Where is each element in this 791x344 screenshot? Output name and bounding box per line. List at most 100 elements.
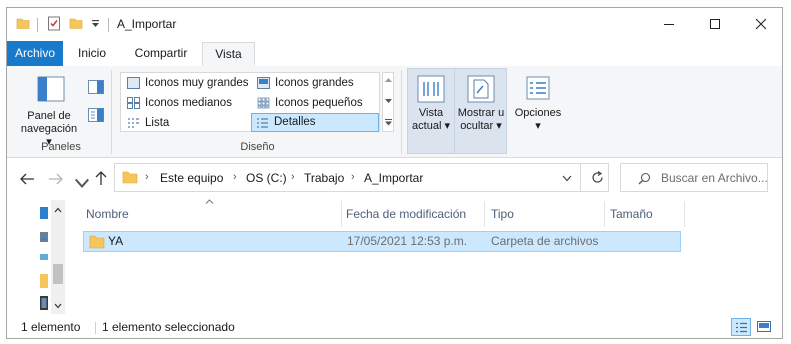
navigation-bar: › Este equipo › OS (C:) › Trabajo › A_Im…: [7, 158, 782, 198]
video-icon[interactable]: [40, 296, 48, 310]
group-separator: [111, 70, 112, 154]
navigation-pane: [37, 200, 65, 314]
breadcrumb-chevron-icon[interactable]: ›: [351, 171, 355, 183]
item-count: 1 elemento: [21, 320, 81, 334]
layout-details[interactable]: Detalles: [251, 113, 379, 132]
preview-pane-icon[interactable]: [88, 80, 104, 94]
navigation-pane-button[interactable]: Panel de navegación ▾: [21, 72, 77, 148]
tab-inicio[interactable]: Inicio: [67, 42, 117, 66]
drive-icon[interactable]: [40, 232, 48, 242]
maximize-button[interactable]: [692, 8, 738, 40]
column-header-type[interactable]: Tipo: [491, 207, 514, 221]
tab-vista[interactable]: Vista: [202, 42, 255, 66]
large-icons-icon: [257, 77, 270, 89]
layout-group-label: Diseño: [240, 141, 275, 153]
scroll-down-icon[interactable]: [385, 99, 392, 104]
column-header-name[interactable]: Nombre: [86, 207, 129, 221]
navigation-pane-icon: [37, 76, 65, 102]
layout-gallery-scroll[interactable]: [382, 72, 394, 132]
file-row[interactable]: YA 17/05/2021 12:53 p.m. Carpeta de arch…: [83, 231, 681, 252]
navigation-pane-scrollbar[interactable]: [51, 200, 65, 314]
layout-list[interactable]: Lista: [123, 114, 169, 133]
column-divider[interactable]: [484, 201, 485, 227]
show-hide-icon: [467, 75, 495, 103]
current-view-label-1: Vista: [418, 107, 444, 119]
properties-icon[interactable]: [47, 16, 61, 31]
breadcrumb-chevron-icon[interactable]: ›: [233, 171, 237, 183]
layout-item-label: Iconos pequeños: [275, 97, 363, 109]
address-history-icon[interactable]: [562, 175, 572, 182]
layout-medium-icons[interactable]: Iconos medianos: [123, 94, 232, 113]
breadcrumb-item[interactable]: OS (C:): [246, 171, 287, 185]
separator: [95, 322, 96, 334]
tab-compartir[interactable]: Compartir: [123, 42, 199, 66]
forward-arrow-icon[interactable]: [48, 171, 64, 187]
folder-icon: [89, 235, 105, 249]
recent-locations-icon[interactable]: [74, 175, 90, 191]
folder-icon: [16, 18, 30, 29]
file-modified: 17/05/2021 12:53 p.m.: [347, 234, 468, 248]
group-separator: [401, 70, 402, 154]
scroll-up-icon[interactable]: [54, 207, 62, 213]
current-view-label-2: actual ▾: [412, 120, 450, 132]
layout-small-icons[interactable]: Iconos pequeños: [253, 94, 363, 113]
layout-large-icons[interactable]: Iconos grandes: [253, 74, 354, 93]
ribbon: Panel de navegación ▾ Paneles Iconos muy…: [7, 66, 782, 158]
layout-item-label: Iconos grandes: [275, 77, 354, 89]
breadcrumb-chevron-icon[interactable]: ›: [145, 171, 149, 183]
minimize-button[interactable]: [646, 8, 692, 40]
panes-group-label: Paneles: [41, 141, 81, 153]
new-folder-icon[interactable]: [69, 16, 83, 30]
search-icon: [638, 172, 651, 185]
file-name: YA: [108, 234, 124, 248]
layout-item-label: Lista: [145, 117, 170, 129]
scrollbar-thumb[interactable]: [53, 264, 63, 284]
folder-icon[interactable]: [40, 274, 48, 288]
column-header-size[interactable]: Tamaño: [610, 207, 653, 221]
separator: [580, 164, 581, 191]
layout-item-label: Iconos muy grandes: [145, 77, 249, 89]
scroll-up-icon[interactable]: [385, 77, 392, 82]
expand-gallery-icon[interactable]: [385, 119, 392, 126]
customize-toolbar-icon[interactable]: [91, 20, 100, 28]
minimize-icon: [664, 24, 674, 25]
tab-archivo[interactable]: Archivo: [7, 41, 63, 66]
column-header-modified[interactable]: Fecha de modificación: [346, 207, 466, 221]
file-explorer-window: A_Importar Archivo Inicio Compartir Vist…: [6, 7, 783, 339]
column-divider[interactable]: [604, 201, 605, 227]
separator: [108, 18, 109, 32]
column-divider[interactable]: [341, 201, 342, 227]
address-bar[interactable]: › Este equipo › OS (C:) › Trabajo › A_Im…: [114, 163, 609, 192]
back-arrow-icon[interactable]: [19, 171, 35, 187]
details-view-button[interactable]: [731, 318, 751, 336]
ribbon-tabs: Archivo Inicio Compartir Vista ?: [7, 40, 782, 93]
current-view-button[interactable]: Vista actual ▾: [408, 69, 454, 153]
layout-item-label: Detalles: [274, 116, 316, 128]
show-hide-label-2: ocultar ▾: [460, 120, 502, 132]
search-box[interactable]: Buscar en Archivo...: [620, 163, 768, 192]
separator: [37, 18, 38, 32]
refresh-icon[interactable]: [591, 171, 604, 184]
show-hide-button[interactable]: Mostrar u ocultar ▾: [455, 69, 507, 153]
column-divider[interactable]: [684, 201, 685, 227]
layout-item-label: Iconos medianos: [145, 97, 232, 109]
layout-gallery: Iconos muy grandes Iconos grandes Iconos…: [120, 72, 380, 132]
up-arrow-icon[interactable]: [93, 170, 109, 186]
breadcrumb-item[interactable]: A_Importar: [364, 171, 423, 185]
large-icons-view-button[interactable]: [754, 318, 774, 336]
layout-extra-large-icons[interactable]: Iconos muy grandes: [123, 74, 249, 93]
sort-ascending-icon: [205, 199, 214, 204]
breadcrumb-chevron-icon[interactable]: ›: [291, 171, 295, 183]
details-pane-icon[interactable]: [88, 108, 104, 122]
large-icons-icon: [757, 321, 771, 332]
close-button[interactable]: [738, 8, 782, 40]
maximize-icon: [710, 19, 720, 29]
options-label: Opciones: [514, 107, 562, 119]
options-button[interactable]: Opciones ▾: [511, 69, 565, 139]
this-pc-icon[interactable]: [40, 207, 48, 219]
network-icon[interactable]: [40, 252, 48, 262]
breadcrumb-item[interactable]: Trabajo: [304, 171, 344, 185]
breadcrumb-item[interactable]: Este equipo: [160, 171, 223, 185]
scroll-down-icon[interactable]: [54, 303, 62, 309]
details-icon: [257, 118, 268, 128]
